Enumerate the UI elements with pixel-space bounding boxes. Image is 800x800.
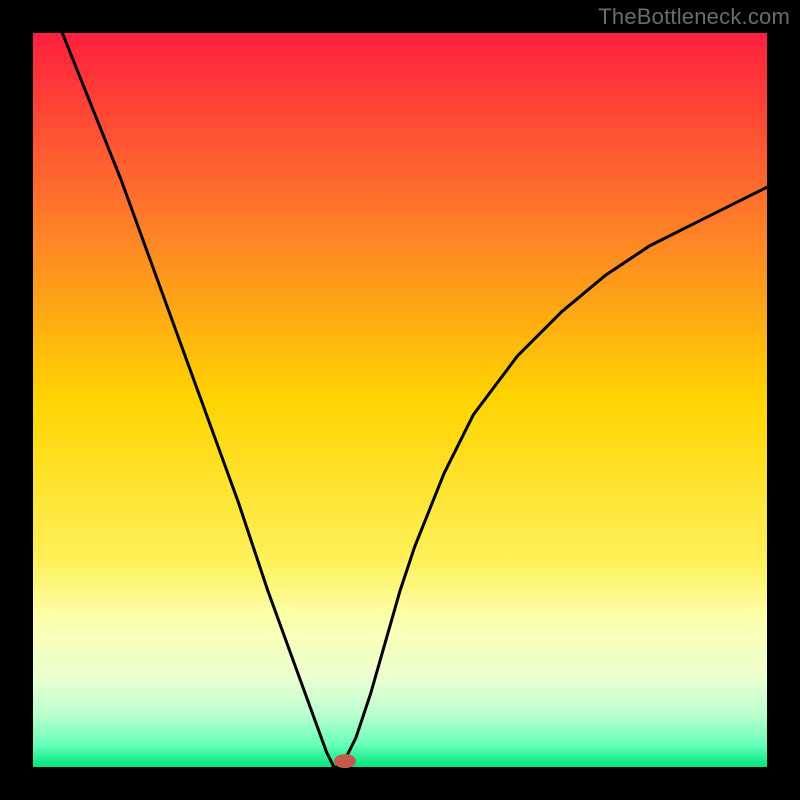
min-marker [334,754,356,768]
chart-svg [0,0,800,800]
plot-background [33,33,767,767]
chart-stage: TheBottleneck.com [0,0,800,800]
